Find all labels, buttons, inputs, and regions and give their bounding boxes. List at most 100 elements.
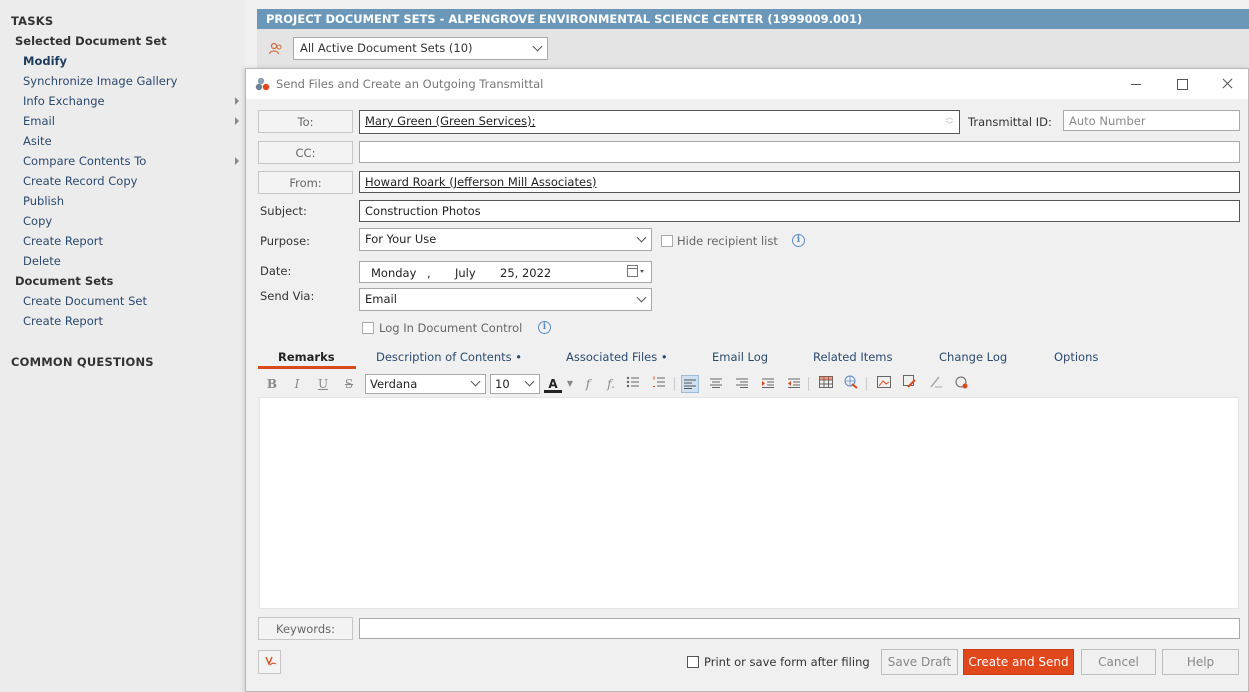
task-copy[interactable]: Copy	[23, 214, 52, 228]
purpose-label: Purpose:	[260, 234, 311, 248]
toolbar-separator	[674, 377, 675, 391]
indent-icon[interactable]	[759, 375, 777, 393]
task-info-exchange[interactable]: Info Exchange	[23, 94, 105, 108]
font-family-select[interactable]: Verdana	[365, 374, 486, 394]
purpose-value: For Your Use	[365, 232, 437, 246]
align-right-icon[interactable]	[733, 375, 751, 393]
task-compare-contents-to[interactable]: Compare Contents To	[23, 154, 146, 168]
cc-field[interactable]	[359, 141, 1240, 163]
function-icon[interactable]: f	[579, 375, 597, 393]
task-create-report-docsets[interactable]: Create Report	[23, 314, 103, 328]
send-via-select[interactable]: Email	[359, 288, 652, 311]
bullet-list-icon[interactable]	[624, 375, 642, 393]
hide-recipient-checkbox[interactable]	[661, 235, 673, 247]
save-draft-button[interactable]: Save Draft	[881, 649, 958, 675]
close-icon[interactable]	[1212, 73, 1242, 95]
outdent-icon[interactable]	[785, 375, 803, 393]
calendar-icon[interactable]	[627, 265, 645, 281]
strikethrough-button[interactable]: S	[340, 375, 358, 393]
maximize-icon[interactable]	[1167, 73, 1197, 95]
subject-field[interactable]: Construction Photos	[359, 200, 1240, 222]
align-center-icon[interactable]	[707, 375, 725, 393]
remarks-editor[interactable]	[259, 397, 1239, 609]
date-weekday[interactable]: Monday	[371, 266, 416, 280]
transmittal-id-placeholder: Auto Number	[1069, 114, 1146, 128]
dialog-tabs: Remarks Description of Contents • Associ…	[258, 346, 1240, 368]
log-document-control-checkbox[interactable]	[362, 322, 374, 334]
document-set-filter-select[interactable]: All Active Document Sets (10)	[293, 37, 548, 60]
chevron-down-icon	[636, 292, 647, 303]
italic-button[interactable]: I	[288, 375, 306, 393]
numbered-list-icon[interactable]	[650, 375, 668, 393]
font-size-select[interactable]: 10	[490, 374, 540, 394]
task-create-record-copy[interactable]: Create Record Copy	[23, 174, 137, 188]
table-icon[interactable]	[817, 375, 835, 393]
toolbar-separator	[866, 377, 867, 391]
spell-check-button[interactable]	[258, 650, 281, 674]
spell-check-icon	[264, 656, 276, 666]
task-modify[interactable]: Modify	[23, 54, 67, 68]
edit-image-icon[interactable]	[901, 375, 919, 393]
submenu-arrow-icon	[235, 97, 239, 105]
tab-options[interactable]: Options	[1054, 350, 1098, 364]
to-field[interactable]: Mary Green (Green Services); ︿ ﹀	[359, 110, 960, 134]
cc-button[interactable]: CC:	[258, 141, 353, 164]
task-pane: TASKS Selected Document Set Modify Synch…	[0, 0, 245, 692]
tab-remarks[interactable]: Remarks	[278, 350, 335, 364]
align-left-icon[interactable]	[681, 375, 699, 393]
insert-image-icon[interactable]	[875, 375, 893, 393]
transmittal-id-label: Transmittal ID:	[968, 115, 1052, 129]
task-asite[interactable]: Asite	[23, 134, 52, 148]
print-save-checkbox[interactable]	[687, 656, 699, 668]
help-button[interactable]: Help	[1162, 649, 1239, 675]
task-delete[interactable]: Delete	[23, 254, 61, 268]
task-email[interactable]: Email	[23, 114, 55, 128]
app-logo-icon	[255, 76, 271, 95]
date-label: Date:	[260, 264, 292, 278]
scroll-arrows-icon[interactable]: ︿ ﹀	[946, 113, 953, 129]
underline-button[interactable]: U	[314, 375, 332, 393]
common-questions-heading[interactable]: COMMON QUESTIONS	[11, 355, 154, 369]
from-sender[interactable]: Howard Roark (Jefferson Mill Associates)	[365, 175, 597, 189]
to-recipient[interactable]: Mary Green (Green Services);	[365, 114, 535, 128]
create-and-send-button[interactable]: Create and Send	[963, 649, 1074, 675]
purpose-select[interactable]: For Your Use	[359, 228, 652, 251]
insert-link-icon[interactable]	[842, 375, 860, 393]
to-button[interactable]: To:	[258, 110, 353, 133]
task-publish[interactable]: Publish	[23, 194, 64, 208]
project-title-bar: PROJECT DOCUMENT SETS - ALPENGROVE ENVIR…	[257, 9, 1249, 29]
spell-check-icon[interactable]	[953, 375, 971, 393]
date-picker[interactable]: Monday , July 25, 2022	[359, 261, 652, 283]
info-icon[interactable]: i	[538, 321, 551, 334]
keywords-button[interactable]: Keywords:	[258, 617, 353, 640]
subject-label: Subject:	[260, 204, 307, 218]
tab-description-of-contents[interactable]: Description of Contents •	[376, 350, 522, 364]
info-icon[interactable]: i	[792, 234, 805, 247]
task-synchronize-image-gallery[interactable]: Synchronize Image Gallery	[23, 74, 177, 88]
tab-associated-files[interactable]: Associated Files •	[566, 350, 668, 364]
bold-button[interactable]: B	[263, 375, 281, 393]
font-size-value: 10	[495, 377, 510, 391]
cancel-button[interactable]: Cancel	[1081, 649, 1156, 675]
remove-format-icon[interactable]	[927, 375, 945, 393]
hide-recipient-label: Hide recipient list	[677, 234, 778, 248]
tab-change-log[interactable]: Change Log	[939, 350, 1007, 364]
editor-toolbar: B I U S Verdana 10 A ▼ f f.	[258, 372, 1240, 396]
date-day-year[interactable]: 25, 2022	[500, 266, 551, 280]
document-sets-heading: Document Sets	[15, 274, 114, 288]
font-color-dropdown-icon[interactable]: ▼	[561, 375, 579, 393]
tab-related-items[interactable]: Related Items	[813, 350, 893, 364]
task-create-report[interactable]: Create Report	[23, 234, 103, 248]
task-create-document-set[interactable]: Create Document Set	[23, 294, 147, 308]
function-variable-icon[interactable]: f.	[602, 375, 620, 393]
keywords-field[interactable]	[359, 618, 1240, 639]
font-color-button[interactable]: A	[544, 375, 562, 393]
tab-email-log[interactable]: Email Log	[712, 350, 768, 364]
from-button[interactable]: From:	[258, 171, 353, 194]
date-month[interactable]: July	[455, 266, 476, 280]
users-icon	[268, 42, 284, 59]
transmittal-dialog: Send Files and Create an Outgoing Transm…	[245, 68, 1249, 692]
from-field[interactable]: Howard Roark (Jefferson Mill Associates)	[359, 171, 1240, 193]
dialog-title-bar[interactable]: Send Files and Create an Outgoing Transm…	[246, 69, 1248, 99]
minimize-icon[interactable]	[1121, 73, 1151, 95]
